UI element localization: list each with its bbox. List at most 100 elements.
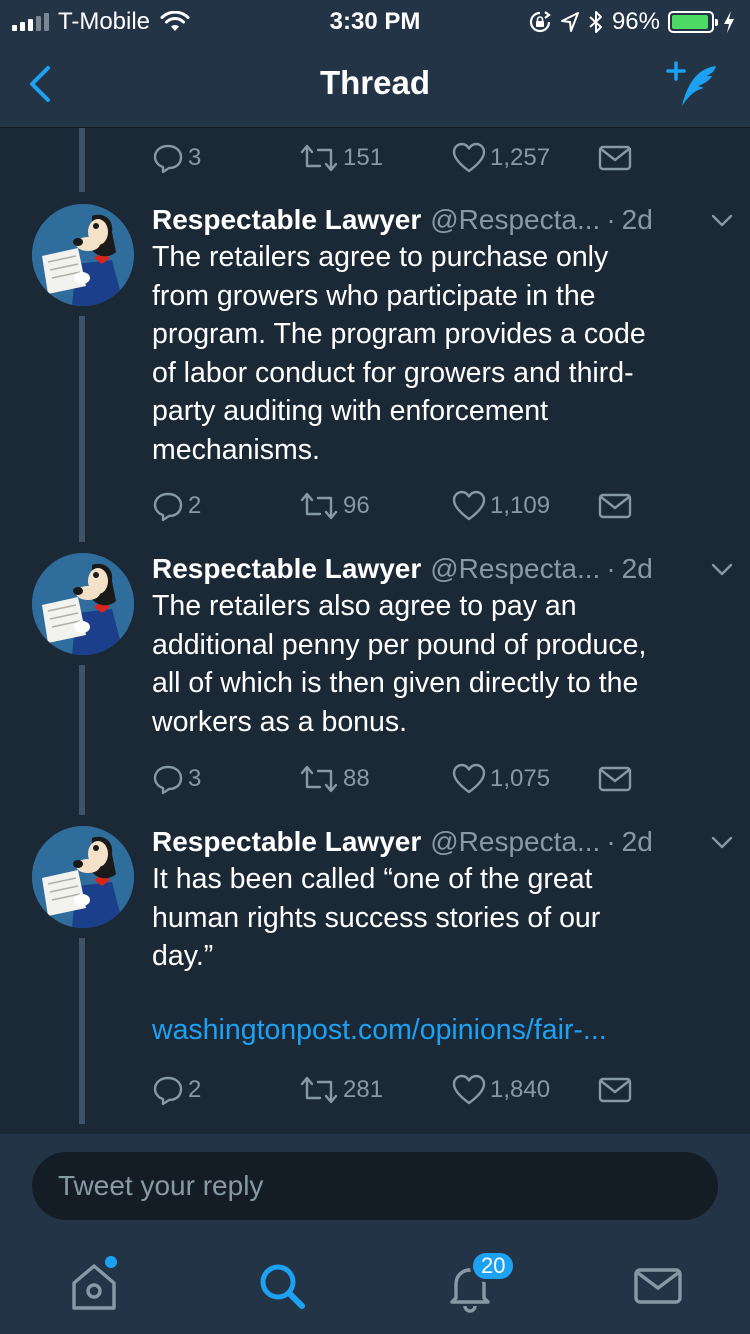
search-icon[interactable] [252,1256,312,1316]
tweet-actions: 3 88 1,075 [152,759,642,799]
retweet-icon [300,1076,338,1104]
reply-button[interactable]: 2 [152,486,201,526]
reply-icon [153,1076,183,1106]
retweet-button[interactable]: 88 [299,759,370,799]
retweet-count: 151 [343,144,384,171]
tweet-timestamp: 2d [621,826,653,857]
reply-button[interactable]: 3 [152,759,201,799]
tweet-text: It has been called “one of the great hum… [152,863,601,972]
retweet-icon [300,765,338,793]
tab-bar: 20 [0,1236,750,1334]
like-button[interactable]: 1,109 [452,486,550,526]
tweet-reply-input[interactable] [32,1152,718,1220]
share-dm-button[interactable] [598,486,636,526]
envelope-icon [598,145,632,171]
retweet-button[interactable]: 96 [299,486,370,526]
bluetooth-icon [589,11,602,33]
home-new-dot [105,1256,117,1268]
reply-icon [153,492,183,522]
battery-percent: 96% [611,8,660,35]
envelope-icon [598,493,632,519]
meta-separator: · [606,204,616,235]
heart-icon [452,763,486,794]
envelope-icon [598,1077,632,1103]
like-count: 1,075 [490,765,551,792]
chevron-down-icon[interactable] [708,555,736,583]
heart-icon [452,490,486,521]
reply-bar [0,1134,750,1236]
reply-count: 3 [188,765,202,792]
status-bar: T-Mobile 3:30 PM 96% [0,0,750,42]
location-arrow-icon [560,12,579,32]
heart-icon [452,1074,486,1105]
rotation-lock-icon [529,11,551,33]
retweet-count: 281 [343,1076,384,1103]
retweet-count: 96 [343,492,370,519]
author-name[interactable]: Respectable Lawyer [152,553,421,585]
compose-tweet-icon[interactable] [666,60,722,110]
avatar[interactable] [32,553,134,655]
like-count: 1,109 [490,492,551,519]
reply-count: 2 [188,1076,202,1103]
thread-line [79,938,85,1124]
reply-icon [153,765,183,795]
retweet-icon [300,492,338,520]
previous-tweet-actions: 3 151 1,257 [152,138,642,178]
goofy-avatar-icon [32,826,134,928]
tweet-header: Respectable Lawyer @Respecta... · 2d [152,549,732,589]
tweet-text: The retailers also agree to pay an addit… [152,590,647,738]
like-button[interactable]: 1,075 [452,759,550,799]
like-button[interactable]: 1,840 [452,1070,550,1110]
reply-button[interactable]: 2 [152,1070,201,1110]
author-handle[interactable]: @Respecta... [430,826,600,858]
tweet-actions: 2 96 1,109 [152,486,642,526]
author-handle[interactable]: @Respecta... [430,204,600,236]
meta-separator: · [606,553,616,584]
reply-count: 3 [188,144,202,171]
chevron-down-icon[interactable] [708,828,736,856]
status-right: 96% [528,8,736,36]
back-chevron-icon[interactable] [22,62,62,106]
like-count: 1,840 [490,1076,551,1103]
author-handle[interactable]: @Respecta... [430,553,600,585]
share-dm-button[interactable] [598,759,636,799]
reply-button[interactable]: 3 [152,138,201,178]
goofy-avatar-icon [32,204,134,306]
retweet-icon [300,144,338,172]
goofy-avatar-icon [32,553,134,655]
avatar[interactable] [32,204,134,306]
like-count: 1,257 [490,144,551,171]
author-name[interactable]: Respectable Lawyer [152,826,421,858]
retweet-count: 88 [343,765,370,792]
thread-feed[interactable]: 3 151 1,257 Respectable Lawyer @Respecta… [0,128,750,1134]
retweet-button[interactable]: 281 [299,1070,383,1110]
article-link[interactable]: washingtonpost.com/opinions/fair-... [152,1014,607,1047]
page-title: Thread [319,64,431,101]
like-button[interactable]: 1,257 [452,138,550,178]
retweet-button[interactable]: 151 [299,138,383,178]
share-dm-button[interactable] [598,1070,636,1110]
envelope-icon [598,766,632,792]
thread-line [79,128,85,192]
charging-bolt-icon [724,11,734,33]
share-dm-button[interactable] [598,138,636,178]
avatar[interactable] [32,826,134,928]
thread-line [79,316,85,542]
chevron-down-icon[interactable] [708,206,736,234]
heart-icon [452,142,486,173]
tweet-header: Respectable Lawyer @Respecta... · 2d [152,200,732,240]
tweet-timestamp: 2d [621,553,653,584]
thread-line [79,665,85,815]
screen: T-Mobile 3:30 PM 96% Thread 3 151 1,257 … [0,0,750,1334]
nav-bar: Thread [0,42,750,128]
notifications-badge: 20 [470,1250,517,1282]
author-name[interactable]: Respectable Lawyer [152,204,421,236]
tweet-actions: 2 281 1,840 [152,1070,642,1110]
tweet-header: Respectable Lawyer @Respecta... · 2d [152,822,732,862]
tweet-text: The retailers agree to purchase only fro… [152,241,646,466]
reply-count: 2 [188,492,202,519]
tweet-timestamp: 2d [621,204,653,235]
envelope-icon[interactable] [628,1256,688,1316]
meta-separator: · [606,826,616,857]
reply-icon [153,144,183,174]
